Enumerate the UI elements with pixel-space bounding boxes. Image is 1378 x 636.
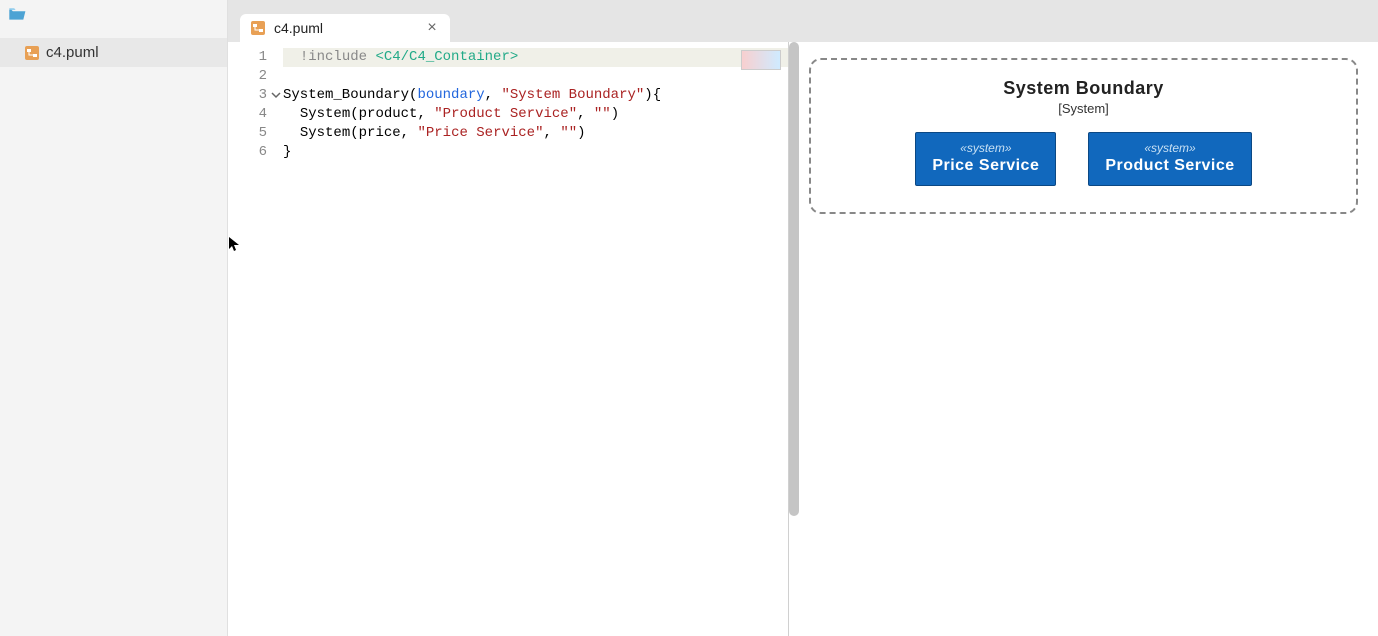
code-content[interactable]: !include <C4/C4_Container> System_Bounda…: [283, 42, 788, 636]
line-number: 3: [228, 86, 283, 105]
puml-file-icon: [250, 20, 266, 36]
file-tree: c4.puml: [0, 28, 227, 67]
system-stereotype: «system»: [932, 141, 1039, 155]
token-id: price: [359, 125, 401, 141]
system-label: Price Service: [932, 157, 1039, 175]
systems-row: «system» Price Service «system» Product …: [825, 132, 1342, 186]
line-number: 6: [228, 143, 283, 162]
code-line: System_Boundary(boundary, "System Bounda…: [283, 86, 788, 105]
minimap-thumbnail[interactable]: [741, 50, 781, 70]
system-boundary-box: System Boundary [System] «system» Price …: [809, 58, 1358, 214]
boundary-subtitle: [System]: [825, 101, 1342, 116]
line-number: 4: [228, 105, 283, 124]
token-str: "Product Service": [434, 106, 577, 122]
code-line: [283, 67, 788, 86]
token-id: boundary: [417, 87, 484, 103]
explorer-header: [0, 0, 227, 28]
editor-body: 1 2 3 4 5 6 !include <C4/C4_Container> S…: [228, 42, 1378, 636]
diagram-preview[interactable]: System Boundary [System] «system» Price …: [788, 42, 1378, 636]
token-plain: }: [283, 144, 291, 160]
system-price-service: «system» Price Service: [915, 132, 1056, 186]
app-root: c4.puml c4.puml × 1 2 3 4: [0, 0, 1378, 636]
token-id: product: [359, 106, 418, 122]
file-item-label: c4.puml: [46, 44, 99, 61]
line-gutter: 1 2 3 4 5 6: [228, 42, 283, 636]
token-plain: ){: [644, 87, 661, 103]
tab-label: c4.puml: [274, 20, 416, 36]
token-str: "Price Service": [417, 125, 543, 141]
token-str: "System Boundary": [501, 87, 644, 103]
preview-scrollbar[interactable]: [789, 42, 799, 516]
token-fn: System: [300, 125, 350, 141]
code-line: !include <C4/C4_Container>: [283, 48, 788, 67]
system-product-service: «system» Product Service: [1088, 132, 1251, 186]
token-str: "": [594, 106, 611, 122]
token-path: <C4/C4_Container>: [375, 49, 518, 65]
code-editor[interactable]: 1 2 3 4 5 6 !include <C4/C4_Container> S…: [228, 42, 788, 636]
mouse-cursor-icon: [228, 236, 240, 252]
file-item-c4-puml[interactable]: c4.puml: [0, 38, 227, 67]
code-line: }: [283, 143, 788, 162]
line-number: 1: [228, 48, 283, 67]
close-icon[interactable]: ×: [424, 20, 440, 36]
system-label: Product Service: [1105, 157, 1234, 175]
system-stereotype: «system»: [1105, 141, 1234, 155]
folder-open-icon[interactable]: [8, 7, 26, 21]
line-number-value: 3: [259, 87, 267, 103]
boundary-title: System Boundary: [825, 78, 1342, 99]
puml-file-icon: [24, 45, 40, 61]
tab-c4-puml[interactable]: c4.puml ×: [240, 14, 450, 42]
token-directive: !include: [300, 49, 367, 65]
code-line: System(product, "Product Service", ""): [283, 105, 788, 124]
token-fn: System_Boundary: [283, 87, 409, 103]
chevron-down-icon[interactable]: [271, 90, 281, 100]
token-str: "": [560, 125, 577, 141]
line-number: 5: [228, 124, 283, 143]
code-line: System(price, "Price Service", ""): [283, 124, 788, 143]
file-explorer: c4.puml: [0, 0, 228, 636]
token-fn: System: [300, 106, 350, 122]
editor-area: c4.puml × 1 2 3 4 5 6 !include <C4/C: [228, 0, 1378, 636]
line-number: 2: [228, 67, 283, 86]
tab-bar: c4.puml ×: [228, 0, 1378, 42]
